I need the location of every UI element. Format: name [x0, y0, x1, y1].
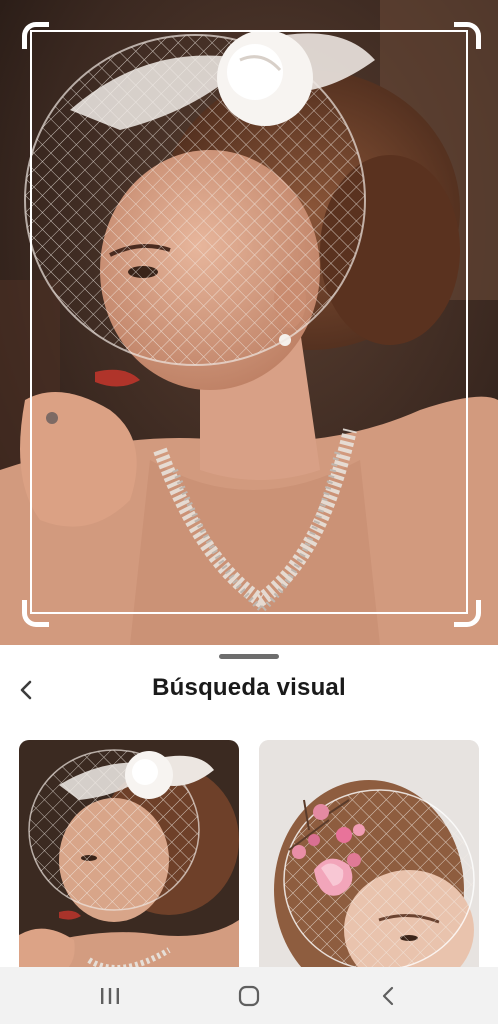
crop-corner-icon-top-left[interactable] [22, 22, 49, 49]
result-card-2[interactable] [259, 740, 479, 967]
crop-corner-icon-bottom-left[interactable] [22, 600, 49, 627]
result-card-1[interactable] [19, 740, 239, 967]
system-navigation-bar [0, 967, 498, 1024]
recents-button[interactable] [80, 967, 140, 1024]
results-grid [19, 740, 479, 967]
home-button[interactable] [219, 967, 279, 1024]
home-icon [238, 985, 260, 1006]
search-photo[interactable] [0, 0, 498, 645]
visual-search-sheet: Búsqueda visual [0, 645, 498, 967]
crop-frame[interactable] [30, 30, 468, 614]
sheet-drag-handle[interactable] [219, 654, 279, 659]
crop-corner-icon-top-right[interactable] [454, 22, 481, 49]
result-thumbnail-2 [259, 740, 479, 967]
page-title: Búsqueda visual [152, 674, 346, 701]
result-thumbnail-1 [19, 740, 239, 967]
back-icon [383, 986, 394, 1005]
visual-search-screen: Búsqueda visual [0, 0, 498, 1024]
recents-icon [100, 987, 119, 1004]
system-back-button[interactable] [358, 967, 418, 1024]
